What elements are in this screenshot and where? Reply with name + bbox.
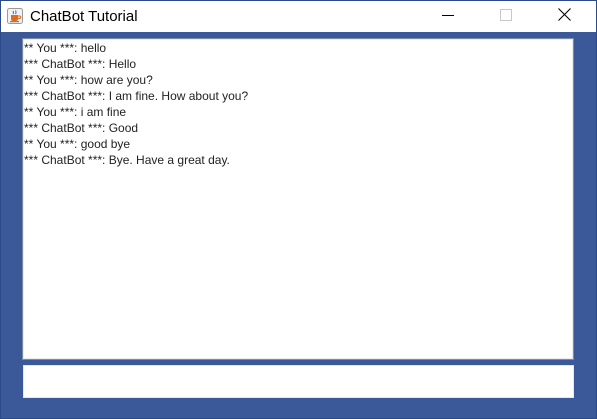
chat-line: ** You ***: hello — [24, 41, 107, 55]
chat-line: ** You ***: good bye — [24, 137, 131, 151]
message-input[interactable] — [23, 365, 574, 398]
chat-line: ** You ***: how are you? — [24, 73, 153, 87]
content-pane: ** You ***: hello *** ChatBot ***: Hello… — [1, 32, 596, 418]
maximize-button[interactable] — [483, 1, 529, 32]
chat-line: ** You ***: i am fine — [24, 105, 127, 119]
minimize-icon — [442, 8, 454, 26]
chat-transcript[interactable]: ** You ***: hello *** ChatBot ***: Hello… — [22, 38, 574, 360]
close-icon — [557, 7, 571, 26]
java-coffee-cup-icon — [7, 8, 23, 24]
chat-line: *** ChatBot ***: Good — [24, 121, 139, 135]
chat-line: *** ChatBot ***: Bye. Have a great day. — [24, 153, 230, 167]
maximize-icon — [500, 8, 512, 26]
minimize-button[interactable] — [425, 1, 471, 32]
title-bar[interactable]: ChatBot Tutorial — [1, 1, 596, 32]
chat-line: *** ChatBot ***: I am fine. How about yo… — [24, 89, 249, 103]
close-button[interactable] — [541, 1, 587, 32]
chat-line: *** ChatBot ***: Hello — [24, 57, 137, 71]
app-window: ChatBot Tutorial ** You ***: hello *** C… — [0, 0, 597, 419]
window-title: ChatBot Tutorial — [30, 8, 138, 25]
